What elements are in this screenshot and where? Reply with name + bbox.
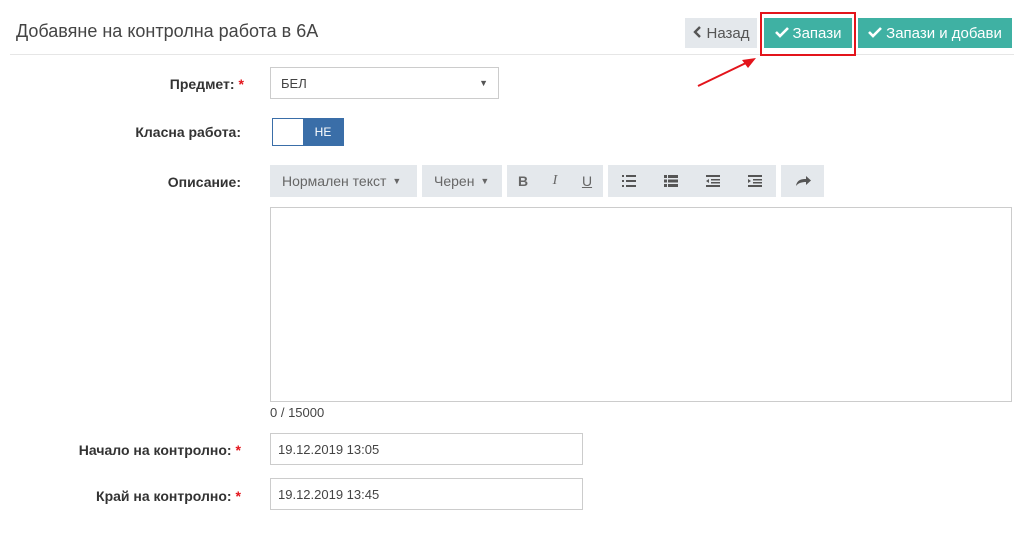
end-label: Край на контролно: * — [96, 488, 241, 504]
redo-button[interactable] — [781, 165, 824, 197]
required-mark: * — [235, 488, 241, 504]
redo-icon — [795, 176, 811, 186]
underline-button[interactable]: U — [571, 165, 603, 197]
start-datetime-input[interactable] — [270, 433, 583, 465]
italic-button[interactable]: I — [539, 165, 571, 197]
numbered-list-button[interactable] — [650, 165, 692, 197]
back-button[interactable]: Назад — [685, 18, 757, 48]
format-dropdown[interactable]: Нормален текст ▼ — [270, 165, 417, 197]
chevron-left-icon — [692, 25, 703, 42]
check-icon — [868, 25, 883, 42]
outdent-button[interactable] — [692, 165, 734, 197]
caret-down-icon: ▼ — [480, 176, 490, 186]
caret-down-icon: ▼ — [479, 78, 488, 88]
page-title: Добавяне на контролна работа в 6А — [16, 21, 319, 41]
annotation-arrow-icon — [697, 58, 756, 87]
numbered-list-icon — [664, 175, 678, 187]
character-counter: 0 / 15000 — [270, 405, 325, 420]
indent-button[interactable] — [734, 165, 776, 197]
subject-select-value: БЕЛ — [281, 75, 307, 91]
bullet-list-icon — [622, 175, 636, 187]
color-dropdown[interactable]: Черен ▼ — [422, 165, 502, 197]
back-button-label: Назад — [706, 24, 750, 42]
text-style-group: B I U — [507, 165, 603, 197]
subject-select[interactable]: БЕЛ ▼ — [270, 67, 499, 99]
caret-down-icon: ▼ — [392, 176, 402, 186]
outdent-icon — [706, 175, 720, 187]
format-dropdown-label: Нормален текст — [282, 173, 387, 189]
indent-icon — [748, 175, 762, 187]
classwork-label: Класна работа: — [135, 124, 241, 140]
save-and-add-button-label: Запази и добави — [886, 24, 1002, 42]
required-mark: * — [238, 76, 244, 92]
redo-group — [781, 165, 824, 197]
description-editor[interactable] — [270, 207, 1012, 402]
description-label: Описание: — [167, 174, 241, 190]
list-group — [608, 165, 776, 197]
header-divider — [10, 54, 1014, 55]
toggle-state-label: НЕ — [303, 119, 343, 145]
subject-label: Предмет: * — [169, 76, 244, 92]
required-mark: * — [235, 442, 241, 458]
save-and-add-button[interactable]: Запази и добави — [858, 18, 1012, 48]
bold-button[interactable]: B — [507, 165, 539, 197]
save-highlight-box — [760, 12, 856, 56]
toggle-knob — [273, 119, 303, 145]
bullet-list-button[interactable] — [608, 165, 650, 197]
color-dropdown-label: Черен — [434, 173, 475, 189]
start-label: Начало на контролно: * — [78, 442, 241, 458]
end-datetime-input[interactable] — [270, 478, 583, 510]
classwork-toggle[interactable]: НЕ — [272, 118, 344, 146]
